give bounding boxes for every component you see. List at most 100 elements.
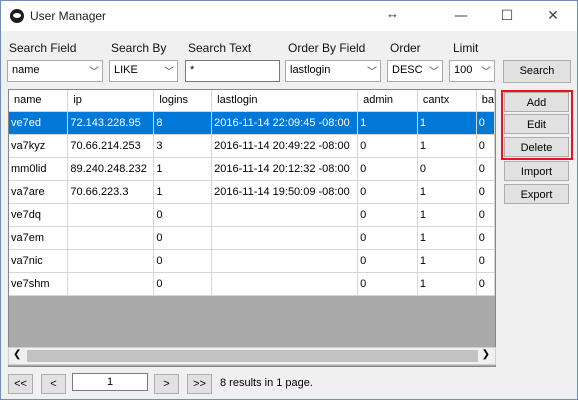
column-header-name[interactable]: name	[9, 90, 69, 112]
last-page-button[interactable]: >>	[187, 374, 212, 394]
delete-button[interactable]: Delete	[504, 137, 569, 157]
cell-cantx: 1	[417, 272, 477, 296]
minimize-button[interactable]: —	[438, 1, 484, 31]
cell-ip	[67, 249, 155, 273]
cell-cantx: 1	[417, 203, 477, 227]
export-button[interactable]: Export	[504, 184, 569, 204]
cell-admin: 0	[357, 134, 418, 158]
table-row[interactable]: ve7dq 0 0 1 0	[9, 203, 495, 227]
maximize-button[interactable]: ☐	[484, 1, 530, 31]
cell-admin: 0	[357, 180, 418, 204]
limit-select[interactable]: 100 ﹀	[449, 60, 495, 82]
cell-ip	[67, 203, 155, 227]
horizontal-scrollbar[interactable]: ❮ ❯	[8, 347, 496, 365]
table-row[interactable]: va7nic 0 0 1 0	[9, 249, 495, 273]
resize-icon: ↔	[386, 6, 399, 21]
cell-name: va7em	[9, 226, 69, 250]
search-text-input[interactable]: *	[185, 60, 280, 82]
search-field-value: name	[12, 64, 40, 76]
prev-page-button[interactable]: <	[41, 374, 66, 394]
cell-name: va7nic	[9, 249, 69, 273]
cell-ba: 0	[476, 111, 495, 135]
cell-ba: 0	[476, 203, 495, 227]
order-value: DESC	[392, 64, 423, 76]
chevron-down-icon: ﹀	[481, 67, 491, 78]
close-button[interactable]: ✕	[530, 1, 576, 31]
table-row[interactable]: va7em 0 0 1 0	[9, 226, 495, 250]
edit-button[interactable]: Edit	[504, 114, 569, 134]
table-row[interactable]: va7are 70.66.223.3 1 2016-11-14 19:50:09…	[9, 180, 495, 204]
add-button[interactable]: Add	[504, 92, 569, 112]
cell-lastlogin	[211, 226, 359, 250]
chevron-down-icon: ﹀	[164, 67, 174, 78]
cell-admin: 0	[357, 272, 418, 296]
search-field-select[interactable]: name ﹀	[7, 60, 103, 82]
cell-cantx: 1	[417, 111, 477, 135]
users-grid[interactable]: name ip logins lastlogin admin cantx ba …	[8, 89, 496, 367]
column-header-admin[interactable]: admin	[357, 90, 418, 112]
limit-value: 100	[454, 64, 473, 76]
search-by-value: LIKE	[114, 64, 138, 76]
cell-ip	[67, 272, 155, 296]
cell-ba: 0	[476, 134, 495, 158]
search-by-select[interactable]: LIKE ﹀	[109, 60, 178, 82]
column-header-ba[interactable]: ba	[476, 90, 495, 112]
cell-ba: 0	[476, 249, 495, 273]
chevron-down-icon: ﹀	[367, 67, 377, 78]
scroll-left-icon[interactable]: ❮	[13, 349, 21, 360]
grid-header-row: name ip logins lastlogin admin cantx ba	[9, 90, 495, 112]
next-page-button[interactable]: >	[154, 374, 179, 394]
table-row[interactable]: va7kyz 70.66.214.253 3 2016-11-14 20:49:…	[9, 134, 495, 158]
cell-logins: 3	[153, 134, 213, 158]
cell-ba: 0	[476, 272, 495, 296]
user-manager-window: User Manager ↔ — ☐ ✕ Search Field Search…	[0, 0, 578, 400]
cell-logins: 1	[153, 180, 213, 204]
limit-label: Limit	[453, 41, 479, 55]
column-header-lastlogin[interactable]: lastlogin	[211, 90, 359, 112]
cell-logins: 0	[153, 272, 213, 296]
cell-ba: 0	[476, 180, 495, 204]
import-button[interactable]: Import	[504, 161, 569, 181]
cell-name: ve7ed	[9, 111, 69, 135]
cell-admin: 1	[357, 111, 418, 135]
users-table: name ip logins lastlogin admin cantx ba …	[9, 90, 495, 296]
cell-lastlogin	[211, 272, 359, 296]
cell-cantx: 1	[417, 249, 477, 273]
cell-ip: 70.66.214.253	[67, 134, 155, 158]
cell-ip	[67, 226, 155, 250]
cell-ip: 72.143.228.95	[67, 111, 155, 135]
order-by-field-select[interactable]: lastlogin ﹀	[285, 60, 381, 82]
window-title: User Manager	[30, 9, 107, 23]
table-row[interactable]: ve7shm 0 0 1 0	[9, 272, 495, 296]
column-header-cantx[interactable]: cantx	[417, 90, 477, 112]
table-row[interactable]: ve7ed 72.143.228.95 8 2016-11-14 22:09:4…	[9, 111, 495, 135]
cell-ip: 70.66.223.3	[67, 180, 155, 204]
cell-logins: 8	[153, 111, 213, 135]
page-number-input[interactable]: 1	[72, 373, 148, 391]
cell-cantx: 1	[417, 180, 477, 204]
order-select[interactable]: DESC ﹀	[387, 60, 443, 82]
cell-admin: 0	[357, 203, 418, 227]
chevron-down-icon: ﹀	[89, 67, 99, 78]
cell-admin: 0	[357, 249, 418, 273]
cell-logins: 0	[153, 226, 213, 250]
cell-lastlogin	[211, 249, 359, 273]
scrollbar-thumb[interactable]	[27, 350, 478, 362]
cell-name: va7are	[9, 180, 69, 204]
column-header-logins[interactable]: logins	[153, 90, 213, 112]
order-by-field-label: Order By Field	[288, 41, 366, 55]
first-page-button[interactable]: <<	[8, 374, 33, 394]
cell-lastlogin	[211, 203, 359, 227]
search-button[interactable]: Search	[503, 60, 571, 83]
title-bar: User Manager ↔ — ☐ ✕	[1, 1, 577, 31]
cell-cantx: 1	[417, 226, 477, 250]
cell-lastlogin: 2016-11-14 20:12:32 -08:00	[211, 157, 359, 181]
scroll-right-icon[interactable]: ❯	[482, 349, 490, 360]
column-header-ip[interactable]: ip	[67, 90, 155, 112]
table-row[interactable]: mm0lid 89.240.248.232 1 2016-11-14 20:12…	[9, 157, 495, 181]
app-icon	[10, 9, 24, 23]
cell-ba: 0	[476, 157, 495, 181]
cell-lastlogin: 2016-11-14 20:49:22 -08:00	[211, 134, 359, 158]
cell-logins: 0	[153, 249, 213, 273]
search-field-label: Search Field	[9, 41, 77, 55]
